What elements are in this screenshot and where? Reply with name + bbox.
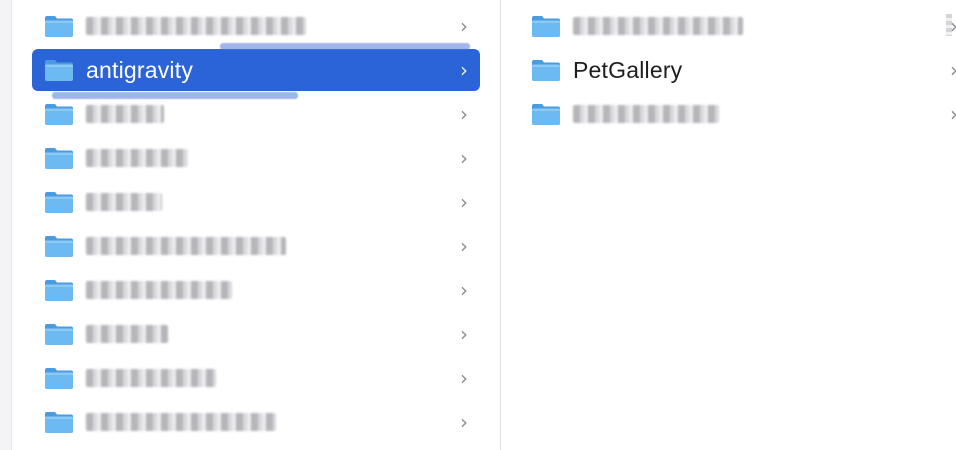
folder-name: antigravity [86,56,194,83]
folder-icon [532,16,560,37]
folder-icon [45,192,73,213]
blur-artifact [52,92,298,99]
folder-icon [45,16,73,37]
blur-artifact [220,43,470,50]
folder-row-redacted[interactable]: › [32,269,480,311]
chevron-right-icon: › [460,410,468,434]
chevron-right-icon: › [460,14,468,38]
redacted-folder-name [86,413,276,431]
folder-row-redacted[interactable]: › [32,401,480,443]
redacted-folder-name [86,281,232,299]
redacted-folder-name [86,105,164,123]
chevron-right-icon: › [460,102,468,126]
folder-row-antigravity[interactable]: antigravity › [32,49,480,91]
chevron-right-icon: › [460,190,468,214]
folder-icon [45,236,73,257]
folder-icon [532,60,560,81]
folder-row-redacted[interactable]: › [32,93,480,135]
redacted-folder-name [573,105,719,123]
folder-row-redacted[interactable]: › [32,137,480,179]
folder-icon [45,368,73,389]
redacted-folder-name [86,369,216,387]
finder-column-left: › antigravity › › › › › › › › › [0,0,500,450]
folder-icon [45,324,73,345]
folder-row-redacted[interactable]: › [32,5,480,47]
chevron-right-icon: › [460,366,468,390]
folder-icon [532,104,560,125]
redacted-folder-name [86,17,306,35]
redacted-folder-name [86,325,168,343]
redacted-folder-name [86,193,162,211]
folder-row-redacted[interactable]: › [32,357,480,399]
chevron-right-icon: › [460,234,468,258]
chevron-right-icon: › [950,104,956,124]
folder-icon [45,280,73,301]
folder-row-redacted[interactable]: › [32,313,480,355]
folder-icon [45,412,73,433]
folder-name: PetGallery [573,56,683,83]
chevron-right-icon: › [460,322,468,346]
folder-icon [45,104,73,125]
redacted-folder-name [86,149,188,167]
folder-row-redacted[interactable]: › [531,5,956,47]
chevron-right-icon: › [460,58,468,82]
chevron-right-icon: › [950,60,956,80]
finder-column-right: › PetGallery › › [501,0,956,450]
folder-row-redacted[interactable]: › [32,225,480,267]
folder-icon [45,60,73,81]
column-left-edge [0,0,12,450]
folder-row-redacted[interactable]: › [32,181,480,223]
blurred-clipped-text [946,14,952,36]
chevron-right-icon: › [460,278,468,302]
folder-icon [45,148,73,169]
chevron-right-icon: › [460,146,468,170]
redacted-folder-name [86,237,286,255]
folder-row-redacted[interactable]: › [531,93,956,135]
folder-row-petgallery[interactable]: PetGallery › [531,49,956,91]
redacted-folder-name [573,17,743,35]
